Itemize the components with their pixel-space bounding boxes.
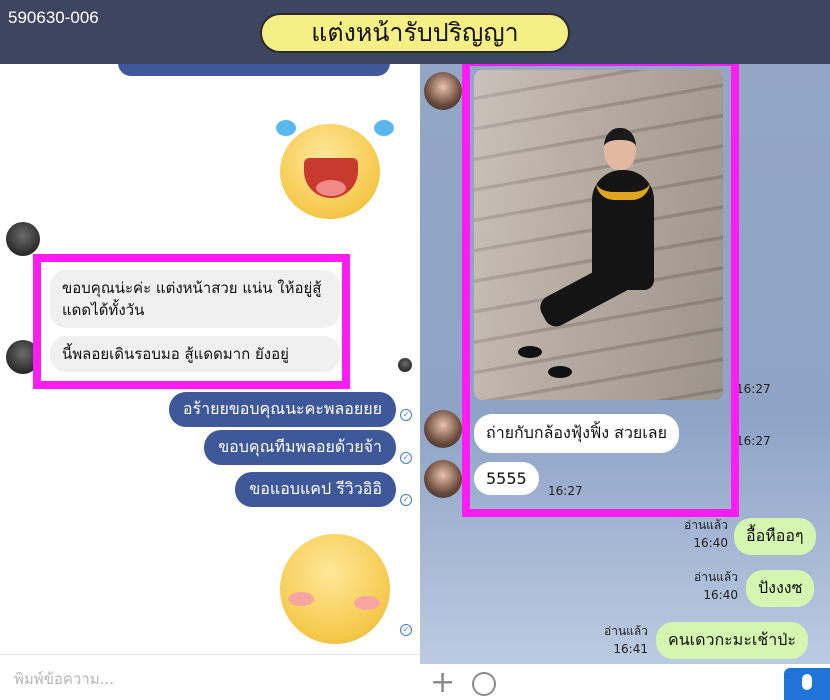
- message-composer[interactable]: พิมพ์ข้อความ...: [0, 654, 420, 700]
- sticker-tongue: [316, 180, 346, 196]
- emoji-icon[interactable]: [472, 672, 496, 696]
- laughing-sticker: [280, 124, 380, 219]
- sent-message: อื้อหืออๆ: [734, 518, 816, 555]
- message-time: 16:27: [736, 434, 771, 448]
- sent-message: ปังงงซ: [746, 570, 815, 607]
- header-bar: 590630-006 แต่งหน้ารับปริญญา: [0, 0, 830, 64]
- page-title: แต่งหน้ารับปริญญา: [260, 13, 570, 53]
- line-chat-pane[interactable]: 16:27 ถ่ายกับกล้องฟุ้งฟิ้ง สวยเลย 16:27 …: [420, 64, 830, 700]
- tear-icon: [374, 120, 394, 136]
- contact-avatar[interactable]: [424, 410, 462, 448]
- contact-avatar[interactable]: [424, 460, 462, 498]
- mic-icon[interactable]: [784, 668, 830, 700]
- message-time: 16:27: [736, 382, 771, 396]
- student-code: 590630-006: [8, 8, 99, 27]
- composer-placeholder[interactable]: พิมพ์ข้อความ...: [14, 667, 114, 691]
- plus-icon[interactable]: +: [430, 668, 455, 698]
- read-tick-icon: ✓: [400, 452, 412, 464]
- seen-avatar: [398, 358, 412, 372]
- sticker-cheek: [354, 596, 380, 610]
- highlight-frame: [462, 64, 739, 517]
- messenger-chat-pane[interactable]: ขอบคุณน่ะค่ะ แต่งหน้าสวย แน่น ให้อยู่สู้…: [0, 64, 420, 700]
- read-status: อ่านแล้ว: [604, 624, 648, 638]
- tear-icon: [276, 120, 296, 136]
- contact-avatar[interactable]: [424, 72, 462, 110]
- sent-message: ขอแอบแคป รีวิวอิอิ: [235, 472, 396, 507]
- mic-glyph: [802, 674, 812, 690]
- sent-message: ขอบคุณทีมพลอยด้วยจ้า: [204, 430, 396, 465]
- read-status: อ่านแล้ว: [684, 518, 728, 532]
- read-tick-icon: ✓: [400, 624, 412, 636]
- kissing-sticker: [280, 534, 390, 644]
- contact-avatar[interactable]: [6, 222, 40, 256]
- read-tick-icon: ✓: [400, 494, 412, 506]
- read-status: อ่านแล้ว: [694, 570, 738, 584]
- message-time: 16:40: [693, 536, 728, 550]
- message-time: 16:41: [613, 642, 648, 656]
- line-input-bar: +: [420, 664, 830, 700]
- sent-message: คนเดวกะมะเช้าป่ะ: [656, 622, 808, 659]
- sent-message: อร้ายยขอบคุณนะคะพลอยยย: [168, 392, 396, 427]
- sticker-cheek: [288, 592, 314, 606]
- highlight-frame: [33, 254, 350, 389]
- sent-bubble-cropped: [118, 64, 390, 76]
- message-time: 16:40: [703, 588, 738, 602]
- read-tick-icon: ✓: [400, 409, 412, 421]
